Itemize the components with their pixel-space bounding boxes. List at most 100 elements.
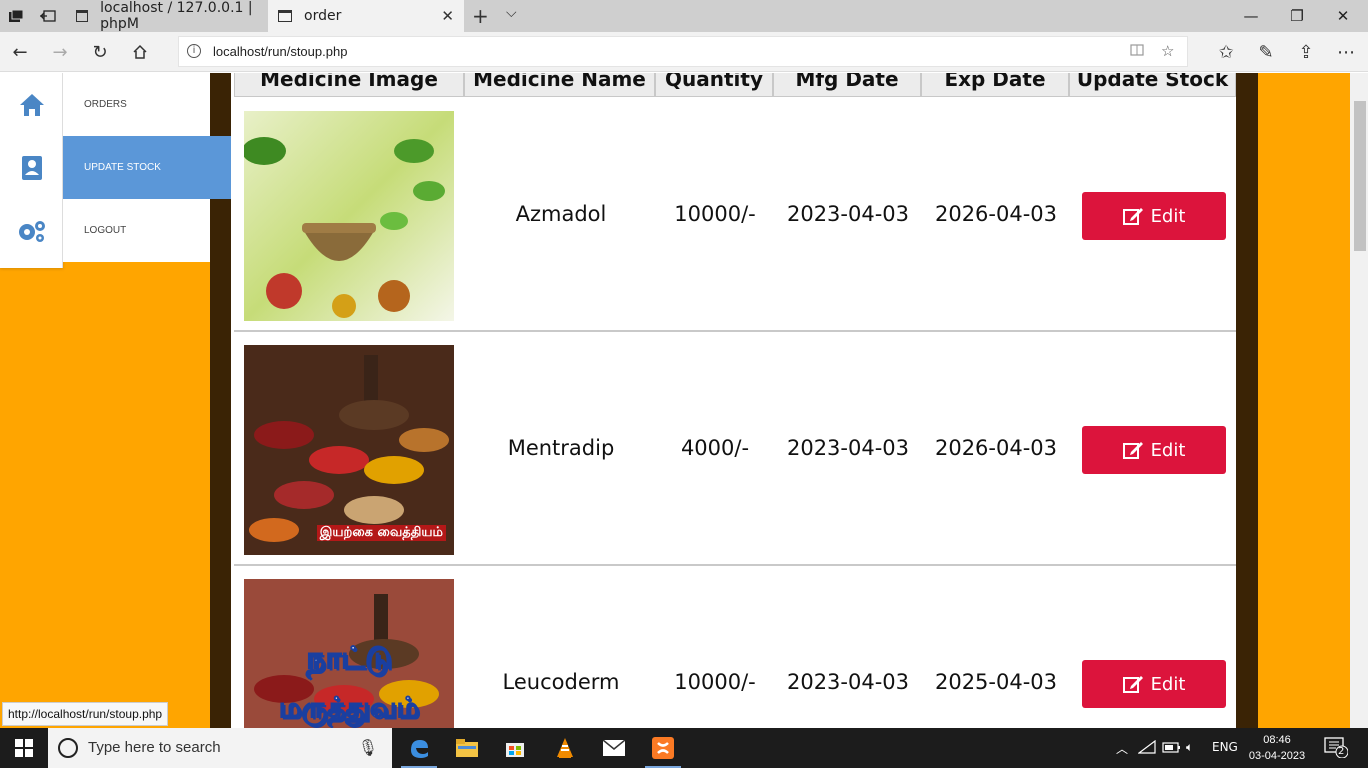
store-icon[interactable] bbox=[491, 728, 539, 768]
tab-title: order bbox=[304, 8, 342, 24]
table-row: நாட்டு மருத்துவம் Leucoderm 10000/- 2023… bbox=[234, 566, 1236, 728]
edit-label: Edit bbox=[1150, 205, 1186, 227]
file-explorer-icon[interactable] bbox=[443, 728, 491, 768]
close-tab-icon[interactable]: ✕ bbox=[441, 7, 454, 25]
header-quantity: Quantity bbox=[655, 73, 773, 97]
page-icon bbox=[278, 10, 292, 22]
edit-button[interactable]: Edit bbox=[1082, 426, 1226, 474]
windows-taskbar: Type here to search 🎙 ︿ 🔈︎ ENG 08:46 03-… bbox=[0, 728, 1368, 768]
clock-date: 03-04-2023 bbox=[1248, 750, 1306, 762]
mfg-date: 2023-04-03 bbox=[786, 670, 910, 694]
edit-label: Edit bbox=[1150, 673, 1186, 695]
page-icon bbox=[76, 10, 89, 22]
address-bar[interactable]: i localhost/run/stoup.php ☆ bbox=[178, 36, 1188, 67]
favorite-star-icon[interactable]: ☆ bbox=[1161, 42, 1174, 60]
taskbar-search-input[interactable]: Type here to search 🎙 bbox=[48, 728, 392, 768]
sidebar-item-label: UPDATE STOCK bbox=[84, 162, 161, 173]
contact-card-icon[interactable] bbox=[0, 136, 63, 199]
favorites-hub-icon[interactable]: ✩ bbox=[1206, 32, 1246, 72]
cortana-icon bbox=[58, 738, 78, 758]
edge-browser-icon[interactable] bbox=[395, 728, 443, 768]
home-icon[interactable] bbox=[0, 73, 63, 136]
edit-button[interactable]: Edit bbox=[1082, 192, 1226, 240]
image-caption-line2: மருத்துவம் bbox=[278, 691, 420, 725]
table-row: Azmadol 10000/- 2023-04-03 2026-04-03 Ed… bbox=[234, 98, 1236, 332]
tab-order[interactable]: order ✕ bbox=[268, 0, 464, 32]
page-body: ORDERS UPDATE STOCK LOGOUT Medicine Imag… bbox=[0, 73, 1350, 728]
minimize-icon[interactable]: — bbox=[1228, 0, 1274, 32]
search-placeholder: Type here to search bbox=[88, 739, 221, 756]
quantity: 10000/- bbox=[674, 202, 756, 226]
sidebar-item-update-stock[interactable]: UPDATE STOCK bbox=[63, 136, 231, 199]
edit-button[interactable]: Edit bbox=[1082, 660, 1226, 708]
chevron-down-icon[interactable]: ⌵ bbox=[506, 5, 517, 21]
natural-medicine-image: நாட்டு மருத்துவம் bbox=[244, 579, 454, 728]
edit-icon bbox=[1122, 442, 1143, 459]
browser-nav-bar: ← → ↻ i localhost/run/stoup.php ☆ ✩ ✎ ⇪ … bbox=[0, 32, 1368, 72]
system-clock[interactable]: 08:46 03-04-2023 bbox=[1246, 732, 1308, 764]
language-indicator[interactable]: ENG bbox=[1212, 740, 1238, 754]
header-medicine-name: Medicine Name bbox=[464, 73, 655, 97]
refresh-icon[interactable]: ↻ bbox=[80, 32, 120, 72]
forward-icon[interactable]: → bbox=[40, 32, 80, 72]
exp-date: 2026-04-03 bbox=[934, 202, 1058, 226]
microphone-icon[interactable]: 🎙 bbox=[358, 738, 378, 757]
gears-icon[interactable] bbox=[0, 199, 63, 262]
new-tab-icon[interactable]: + bbox=[472, 4, 489, 28]
table-row: இயற்கை வைத்தியம் Mentradip 4000/- 2023-0… bbox=[234, 332, 1236, 566]
exp-date: 2026-04-03 bbox=[934, 436, 1058, 460]
share-icon[interactable]: ⇪ bbox=[1286, 32, 1326, 72]
sidebar-item-label: LOGOUT bbox=[84, 225, 127, 236]
sidebar-menu: ORDERS UPDATE STOCK LOGOUT bbox=[63, 73, 231, 262]
close-window-icon[interactable]: ✕ bbox=[1320, 0, 1366, 32]
mfg-date: 2023-04-03 bbox=[786, 436, 910, 460]
restore-icon[interactable]: ❐ bbox=[1274, 0, 1320, 32]
battery-icon[interactable] bbox=[1162, 740, 1182, 757]
medicine-name: Azmadol bbox=[515, 202, 607, 226]
medicine-name: Leucoderm bbox=[502, 670, 620, 694]
vlc-icon[interactable] bbox=[541, 728, 589, 768]
mail-icon[interactable] bbox=[590, 728, 638, 768]
page-scrollbar[interactable] bbox=[1350, 73, 1368, 728]
clock-time: 08:46 bbox=[1263, 734, 1291, 746]
image-caption: இயற்கை வைத்தியம் bbox=[316, 525, 446, 541]
pen-icon[interactable]: ✎ bbox=[1246, 32, 1286, 72]
url-text: localhost/run/stoup.php bbox=[213, 44, 348, 59]
header-mfg-date: Mfg Date bbox=[773, 73, 921, 97]
set-tabs-aside-icon[interactable] bbox=[32, 0, 64, 32]
status-bar-link: http://localhost/run/stoup.php bbox=[2, 702, 169, 726]
medicine-name: Mentradip bbox=[507, 436, 615, 460]
window-menu-icon[interactable] bbox=[0, 0, 32, 32]
exp-date: 2025-04-03 bbox=[934, 670, 1058, 694]
scrollbar-thumb[interactable] bbox=[1354, 101, 1366, 251]
herbs-mortar-image bbox=[244, 111, 454, 321]
more-icon[interactable]: ⋯ bbox=[1326, 32, 1366, 72]
right-border-strip bbox=[1236, 73, 1258, 728]
edit-icon bbox=[1122, 208, 1143, 225]
windows-start-icon[interactable] bbox=[0, 728, 48, 768]
sidebar-icon-column bbox=[0, 73, 63, 268]
quantity: 10000/- bbox=[674, 670, 756, 694]
xampp-icon[interactable] bbox=[639, 728, 687, 768]
home-nav-icon[interactable] bbox=[120, 32, 160, 72]
network-icon[interactable] bbox=[1137, 739, 1156, 757]
sidebar-item-orders[interactable]: ORDERS bbox=[63, 73, 210, 136]
tab-title: localhost / 127.0.0.1 | phpM bbox=[100, 0, 253, 32]
sidebar-item-logout[interactable]: LOGOUT bbox=[63, 199, 210, 262]
volume-icon[interactable]: 🔈︎ bbox=[1186, 740, 1193, 755]
notifications-icon[interactable]: 2 bbox=[1324, 736, 1349, 761]
notification-count: 2 bbox=[1338, 746, 1345, 757]
back-icon[interactable]: ← bbox=[0, 32, 40, 72]
table-header-row: Medicine Image Medicine Name Quantity Mf… bbox=[234, 73, 1236, 97]
header-medicine-image: Medicine Image bbox=[234, 73, 464, 97]
header-exp-date: Exp Date bbox=[921, 73, 1069, 97]
info-icon[interactable]: i bbox=[187, 44, 201, 58]
tab-phpmyadmin[interactable]: localhost / 127.0.0.1 | phpM bbox=[66, 0, 266, 32]
mfg-date: 2023-04-03 bbox=[786, 202, 910, 226]
header-update-stock: Update Stock bbox=[1069, 73, 1236, 97]
reading-view-icon[interactable] bbox=[1129, 42, 1145, 62]
chevron-up-icon[interactable]: ︿ bbox=[1116, 740, 1128, 757]
stock-table-panel: Medicine Image Medicine Name Quantity Mf… bbox=[231, 73, 1236, 728]
sidebar-item-label: ORDERS bbox=[84, 99, 127, 110]
image-caption-line1: நாட்டு bbox=[306, 641, 393, 677]
